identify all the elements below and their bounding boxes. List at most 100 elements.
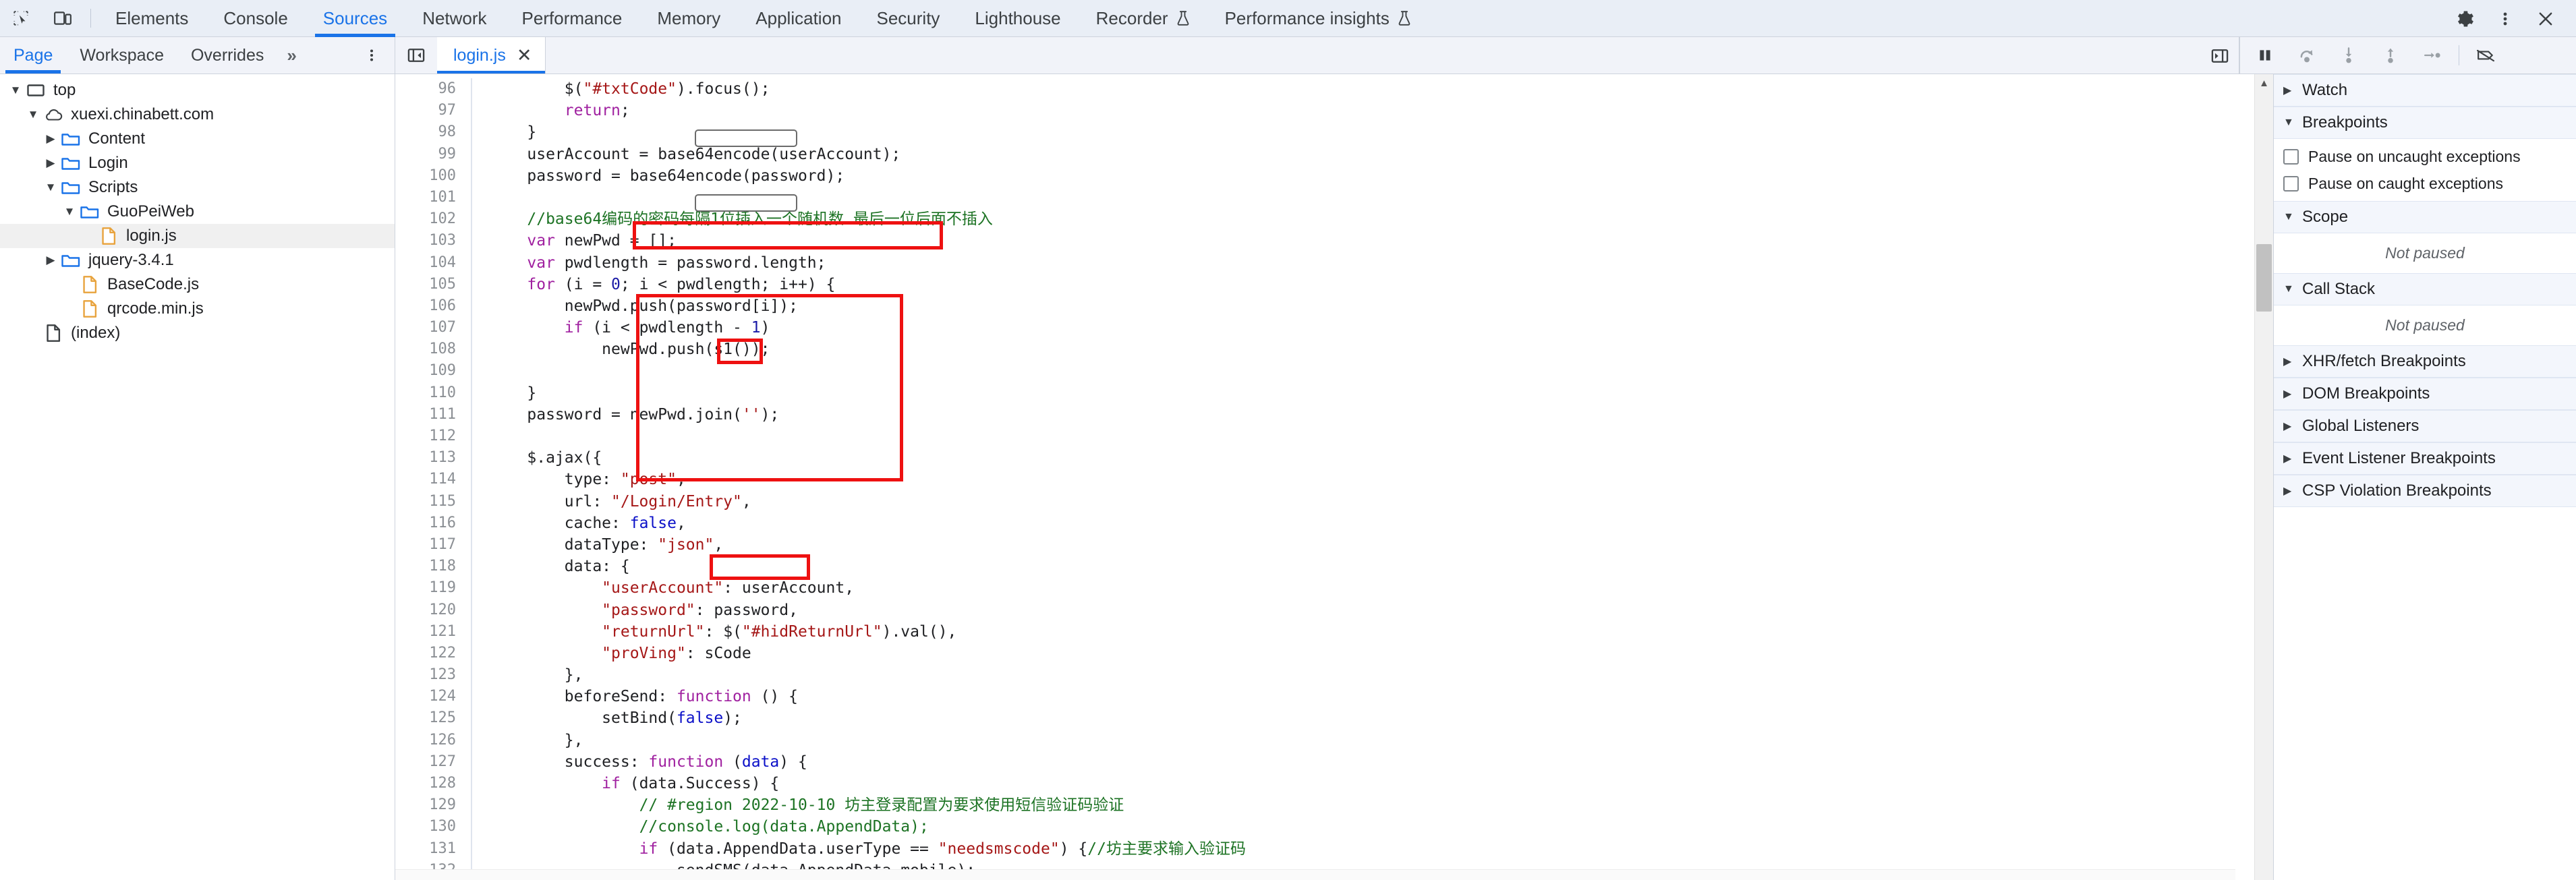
code-line-text[interactable]: userAccount = base64encode(userAccount); bbox=[472, 144, 900, 165]
line-number[interactable]: 97 bbox=[395, 100, 472, 122]
section-global-listeners[interactable]: ▶ Global Listeners bbox=[2274, 410, 2576, 442]
close-devtools-button[interactable] bbox=[2527, 0, 2564, 37]
code-line-text[interactable]: var pwdlength = password.length; bbox=[472, 252, 826, 274]
tab-network[interactable]: Network bbox=[405, 0, 504, 37]
nav-more-tabs-button[interactable]: » bbox=[277, 37, 306, 74]
section-csp-violation-breakpoints[interactable]: ▶ CSP Violation Breakpoints bbox=[2274, 475, 2576, 507]
line-number[interactable]: 109 bbox=[395, 360, 472, 382]
line-number[interactable]: 114 bbox=[395, 469, 472, 491]
line-number[interactable]: 117 bbox=[395, 533, 472, 556]
file-navigator-tree[interactable]: ▼ top ▼ xuexi.chinabett.com ▶ Content ▶ bbox=[0, 74, 395, 880]
code-line-text[interactable] bbox=[472, 426, 490, 447]
tab-application[interactable]: Application bbox=[738, 0, 859, 37]
code-line-text[interactable]: for (i = 0; i < pwdlength; i++) { bbox=[472, 274, 835, 295]
code-editor[interactable]: 96 $("#txtCode").focus(); 97 return; 98 } 9… bbox=[395, 74, 2273, 880]
step-into-button[interactable] bbox=[2328, 37, 2370, 74]
line-number[interactable]: 129 bbox=[395, 794, 472, 817]
code-line-text[interactable]: "userAccount": userAccount, bbox=[472, 577, 854, 599]
tab-elements[interactable]: Elements bbox=[98, 0, 206, 37]
line-number[interactable]: 99 bbox=[395, 143, 472, 165]
code-vertical-scrollbar[interactable]: ▲ bbox=[2254, 74, 2273, 880]
inspect-element-button[interactable] bbox=[0, 0, 42, 37]
line-number[interactable]: 110 bbox=[395, 382, 472, 404]
line-number[interactable]: 124 bbox=[395, 686, 472, 708]
toggle-device-toolbar-button[interactable] bbox=[42, 0, 84, 37]
code-line-text[interactable]: }, bbox=[472, 730, 583, 751]
tab-sources[interactable]: Sources bbox=[306, 0, 405, 37]
line-number[interactable]: 123 bbox=[395, 664, 472, 686]
line-number[interactable]: 108 bbox=[395, 339, 472, 361]
checkbox-unchecked-icon[interactable] bbox=[2283, 148, 2299, 165]
tree-item-jquery[interactable]: ▶ jquery-3.4.1 bbox=[0, 248, 395, 272]
code-line-text[interactable]: type: "post", bbox=[472, 469, 686, 490]
code-line-text[interactable]: } bbox=[472, 121, 536, 143]
tab-memory[interactable]: Memory bbox=[639, 0, 738, 37]
twisty-open-icon[interactable]: ▼ bbox=[42, 181, 59, 194]
code-line-text[interactable]: return; bbox=[472, 100, 630, 121]
tab-performance-insights[interactable]: Performance insights bbox=[1207, 0, 1429, 37]
line-number[interactable]: 116 bbox=[395, 512, 472, 534]
section-scope[interactable]: ▼ Scope bbox=[2274, 201, 2576, 233]
deactivate-breakpoints-button[interactable] bbox=[2465, 37, 2507, 74]
line-number[interactable]: 105 bbox=[395, 273, 472, 295]
tree-item-index[interactable]: ▶ (index) bbox=[0, 321, 395, 345]
pause-on-uncaught-exceptions-row[interactable]: Pause on uncaught exceptions bbox=[2274, 143, 2576, 170]
collapse-navigator-button[interactable] bbox=[395, 37, 437, 74]
editor-tab-login-js[interactable]: login.js ✕ bbox=[437, 37, 546, 74]
section-watch[interactable]: ▶ Watch bbox=[2274, 74, 2576, 107]
code-line-text[interactable]: setBind(false); bbox=[472, 707, 742, 729]
more-options-button[interactable] bbox=[2487, 0, 2523, 37]
line-number[interactable]: 100 bbox=[395, 165, 472, 187]
code-line-text[interactable]: success: function (data) { bbox=[472, 751, 807, 773]
code-line-text[interactable] bbox=[472, 360, 490, 382]
line-number[interactable]: 101 bbox=[395, 186, 472, 209]
code-line-text[interactable]: //console.log(data.AppendData); bbox=[472, 816, 929, 838]
line-number[interactable]: 126 bbox=[395, 729, 472, 751]
code-line-text[interactable]: // #region 2022-10-10 坊主登录配置为要求使用短信验证码验证 bbox=[472, 794, 1124, 816]
nav-tab-page[interactable]: Page bbox=[0, 37, 66, 74]
section-call-stack[interactable]: ▼ Call Stack bbox=[2274, 273, 2576, 305]
tree-item-xuexi-chinabett-com[interactable]: ▼ xuexi.chinabett.com bbox=[0, 102, 395, 127]
code-line-text[interactable]: password = base64encode(password); bbox=[472, 165, 845, 187]
tab-lighthouse[interactable]: Lighthouse bbox=[957, 0, 1078, 37]
section-event-listener-breakpoints[interactable]: ▶ Event Listener Breakpoints bbox=[2274, 442, 2576, 475]
tree-item-login[interactable]: ▶ Login bbox=[0, 151, 395, 175]
nav-tab-workspace[interactable]: Workspace bbox=[66, 37, 177, 74]
line-number[interactable]: 119 bbox=[395, 577, 472, 599]
code-content-area[interactable]: 96 $("#txtCode").focus(); 97 return; 98 } 9… bbox=[395, 74, 2254, 880]
checkbox-unchecked-icon[interactable] bbox=[2283, 175, 2299, 192]
tab-security[interactable]: Security bbox=[859, 0, 958, 37]
code-line-text[interactable]: if (data.Success) { bbox=[472, 773, 779, 794]
line-number[interactable]: 120 bbox=[395, 599, 472, 621]
code-line-text[interactable]: data: { bbox=[472, 556, 630, 577]
twisty-open-icon[interactable]: ▼ bbox=[61, 205, 78, 218]
tree-item-content[interactable]: ▶ Content bbox=[0, 127, 395, 151]
line-number[interactable]: 104 bbox=[395, 252, 472, 274]
tree-item-top[interactable]: ▼ top bbox=[0, 78, 395, 102]
tree-item-guopeiweb[interactable]: ▼ GuoPeiWeb bbox=[0, 200, 395, 224]
code-line-text[interactable]: password = newPwd.join(''); bbox=[472, 404, 779, 426]
editor-tab-close-icon[interactable]: ✕ bbox=[517, 46, 532, 65]
twisty-open-icon[interactable]: ▼ bbox=[7, 84, 24, 97]
line-number[interactable]: 125 bbox=[395, 707, 472, 730]
code-line-text[interactable]: newPwd.push(password[i]); bbox=[472, 295, 798, 317]
settings-button[interactable] bbox=[2446, 0, 2483, 37]
tree-item-scripts[interactable]: ▼ Scripts bbox=[0, 175, 395, 200]
line-number[interactable]: 102 bbox=[395, 208, 472, 231]
code-line-text[interactable] bbox=[472, 187, 490, 208]
tab-performance[interactable]: Performance bbox=[505, 0, 640, 37]
code-line-text[interactable]: "returnUrl": $("#hidReturnUrl").val(), bbox=[472, 621, 956, 643]
show-debugger-sidebar-button[interactable] bbox=[2200, 37, 2239, 74]
code-line-text[interactable]: url: "/Login/Entry", bbox=[472, 491, 751, 512]
line-number[interactable]: 113 bbox=[395, 447, 472, 469]
step-over-button[interactable] bbox=[2286, 37, 2328, 74]
twisty-closed-icon[interactable]: ▶ bbox=[42, 132, 59, 146]
code-line-text[interactable]: //base64编码的密码每隔1位插入一个随机数 最后一位后面不插入 bbox=[472, 208, 993, 230]
tree-item-qrcode-min-js[interactable]: ▶ qrcode.min.js bbox=[0, 297, 395, 321]
code-horizontal-scrollbar[interactable] bbox=[395, 869, 2235, 880]
code-line-text[interactable]: "password": password, bbox=[472, 599, 798, 621]
code-line-text[interactable]: "proVing": sCode bbox=[472, 643, 751, 664]
code-line-text[interactable]: $("#txtCode").focus(); bbox=[472, 78, 770, 100]
code-line-text[interactable]: } bbox=[472, 382, 536, 404]
line-number[interactable]: 128 bbox=[395, 773, 472, 795]
